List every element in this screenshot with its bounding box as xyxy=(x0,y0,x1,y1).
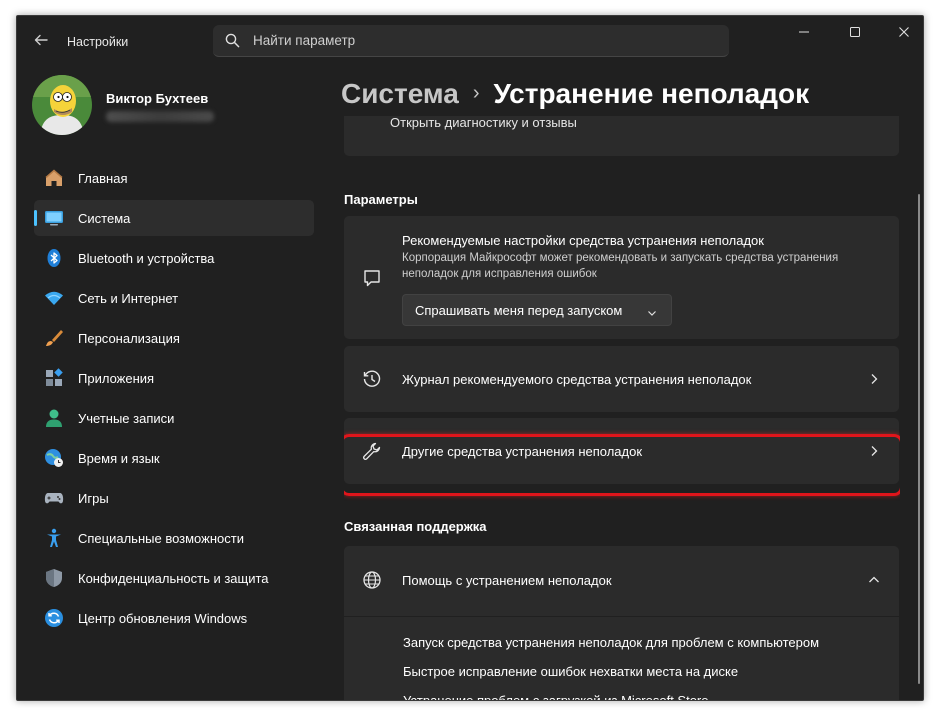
profile-email-blurred xyxy=(106,111,214,122)
chevron-right-icon xyxy=(867,444,881,458)
shield-icon xyxy=(44,568,64,588)
sidebar-nav: Главная Система Bluetooth и устройства С… xyxy=(34,160,314,640)
bluetooth-icon xyxy=(44,248,64,268)
section-title-params: Параметры xyxy=(344,192,418,207)
history-card[interactable]: Журнал рекомендуемого средства устранени… xyxy=(344,346,899,412)
sidebar-item-network[interactable]: Сеть и Интернет xyxy=(34,280,314,316)
sidebar-item-label: Сеть и Интернет xyxy=(78,290,179,306)
sidebar-item-label: Главная xyxy=(78,170,128,186)
sidebar-item-apps[interactable]: Приложения xyxy=(34,360,314,396)
help-link-computer[interactable]: Запуск средства устранения неполадок для… xyxy=(403,635,819,650)
home-icon xyxy=(44,168,64,188)
back-arrow-icon[interactable] xyxy=(31,32,51,52)
sidebar-item-label: Bluetooth и устройства xyxy=(78,250,215,266)
settings-window: Настройки Викто xyxy=(16,15,924,701)
wifi-icon xyxy=(44,288,64,308)
recommended-settings-card: Рекомендуемые настройки средства устране… xyxy=(344,216,899,339)
history-label: Журнал рекомендуемого средства устранени… xyxy=(402,372,752,387)
maximize-button[interactable] xyxy=(840,24,870,44)
sidebar-item-personalization[interactable]: Персонализация xyxy=(34,320,314,356)
help-link-store[interactable]: Устранение проблем с загрузкой из Micros… xyxy=(403,693,709,700)
sidebar-item-home[interactable]: Главная xyxy=(34,160,314,196)
sidebar-item-gaming[interactable]: Игры xyxy=(34,480,314,516)
search-box[interactable] xyxy=(213,25,729,57)
person-icon xyxy=(44,408,64,428)
sidebar-item-label: Учетные записи xyxy=(78,410,175,426)
sidebar-item-privacy[interactable]: Конфиденциальность и защита xyxy=(34,560,314,596)
recommended-title: Рекомендуемые настройки средства устране… xyxy=(402,233,764,248)
recommended-dropdown[interactable]: Спрашивать меня перед запуском xyxy=(402,294,672,326)
sidebar-item-label: Персонализация xyxy=(78,330,180,346)
sidebar-item-label: Специальные возможности xyxy=(78,530,244,546)
sidebar-item-label: Приложения xyxy=(78,370,155,386)
accessibility-icon xyxy=(44,528,64,548)
update-icon xyxy=(44,608,64,628)
gamepad-icon xyxy=(44,488,64,508)
breadcrumb: Система › Устранение неполадок xyxy=(341,74,809,113)
sidebar-item-windows-update[interactable]: Центр обновления Windows xyxy=(34,600,314,636)
breadcrumb-parent[interactable]: Система xyxy=(341,78,459,109)
close-button[interactable] xyxy=(889,24,919,44)
sidebar-item-label: Конфиденциальность и защита xyxy=(78,570,269,586)
sidebar-item-label: Игры xyxy=(78,490,109,506)
title-bar: Настройки xyxy=(17,16,923,68)
other-troubleshooters-card[interactable]: Другие средства устранения неполадок xyxy=(344,418,899,484)
dropdown-selected-value: Спрашивать меня перед запуском xyxy=(415,303,623,318)
sidebar-item-system[interactable]: Система xyxy=(34,200,314,236)
chevron-down-icon xyxy=(647,305,657,323)
app-title: Настройки xyxy=(67,35,129,49)
diagnostics-card-partial[interactable]: Открыть диагностику и отзывы xyxy=(344,116,899,156)
other-troubleshooters-label: Другие средства устранения неполадок xyxy=(402,444,643,459)
section-title-related-support: Связанная поддержка xyxy=(344,519,487,534)
apps-icon xyxy=(44,368,64,388)
history-icon xyxy=(362,369,382,394)
help-link-disk-space[interactable]: Быстрое исправление ошибок нехватки мест… xyxy=(403,664,738,679)
search-input[interactable] xyxy=(253,25,713,56)
globe-clock-icon xyxy=(44,448,64,468)
system-icon xyxy=(44,208,64,228)
scrollbar[interactable] xyxy=(918,194,920,684)
globe-icon xyxy=(362,570,382,595)
help-expander-header[interactable]: Помощь с устранением неполадок xyxy=(344,546,899,616)
help-expander-body: Запуск средства устранения неполадок для… xyxy=(344,617,899,700)
sidebar-item-label: Центр обновления Windows xyxy=(78,610,248,626)
diagnostics-link[interactable]: Открыть диагностику и отзывы xyxy=(390,116,577,130)
chat-feedback-icon xyxy=(362,268,382,293)
profile-name: Виктор Бухтеев xyxy=(106,91,209,106)
recommended-desc-line2: неполадок для исправления ошибок xyxy=(402,268,597,280)
wrench-icon xyxy=(362,442,382,467)
avatar[interactable] xyxy=(32,75,92,135)
search-icon xyxy=(225,33,240,53)
sidebar-item-label: Система xyxy=(78,210,131,226)
chevron-right-icon xyxy=(867,372,881,386)
breadcrumb-separator: › xyxy=(472,82,480,104)
sidebar-item-time-language[interactable]: Время и язык xyxy=(34,440,314,476)
sidebar-item-accounts[interactable]: Учетные записи xyxy=(34,400,314,436)
recommended-desc-line1: Корпорация Майкрософт может рекомендоват… xyxy=(402,252,839,264)
help-title: Помощь с устранением неполадок xyxy=(402,573,612,588)
page-title: Устранение неполадок xyxy=(493,78,810,109)
brush-icon xyxy=(44,328,64,348)
sidebar-item-accessibility[interactable]: Специальные возможности xyxy=(34,520,314,556)
sidebar-item-bluetooth[interactable]: Bluetooth и устройства xyxy=(34,240,314,276)
main-content: Открыть диагностику и отзывы Параметры Р… xyxy=(344,116,900,700)
sidebar-item-label: Время и язык xyxy=(78,450,160,466)
minimize-button[interactable] xyxy=(789,24,819,44)
chevron-up-icon xyxy=(867,573,881,587)
